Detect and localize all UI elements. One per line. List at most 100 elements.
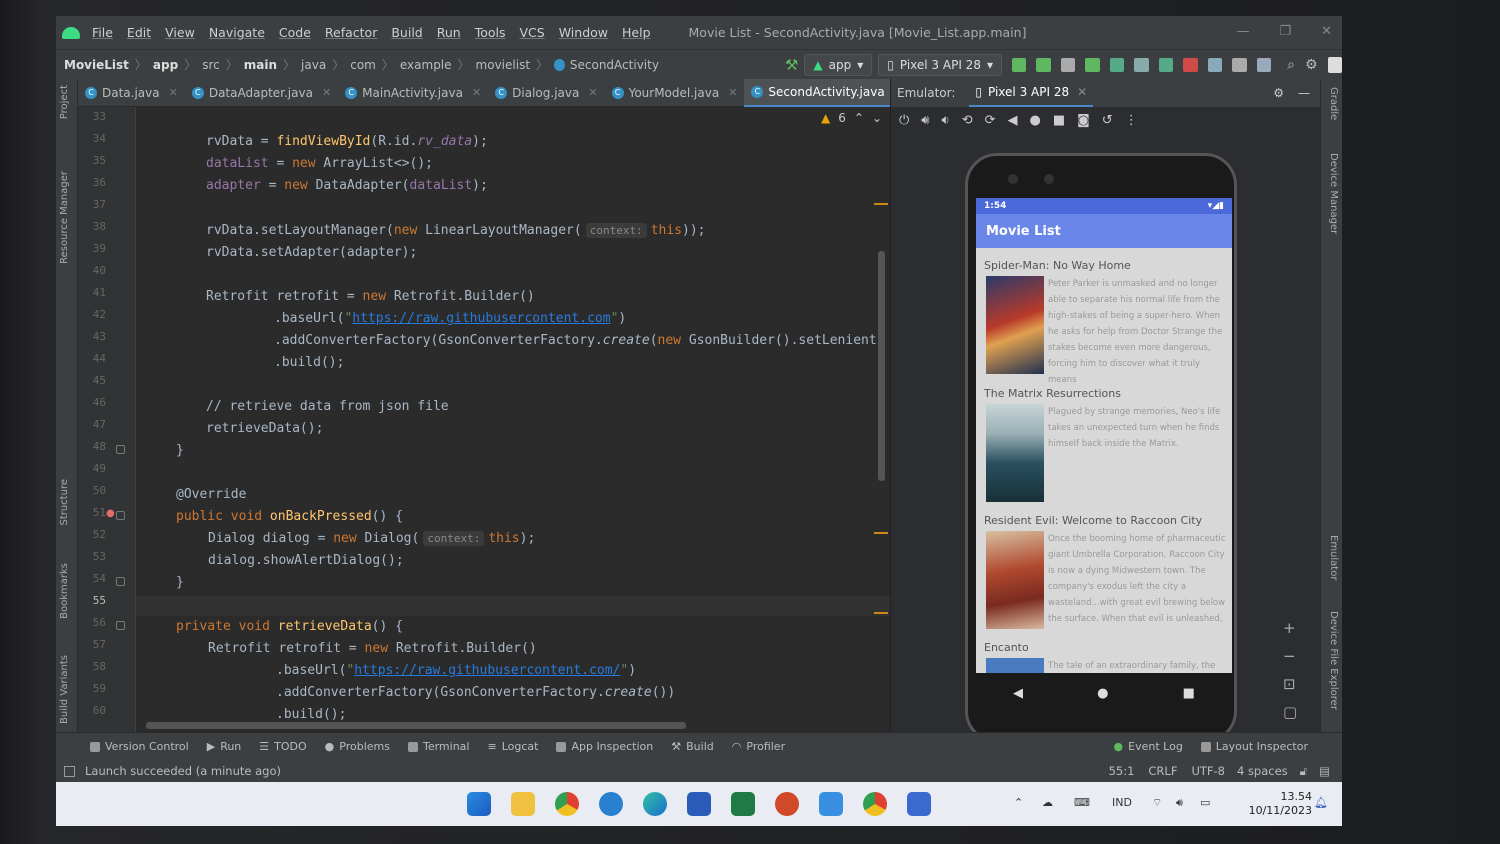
close-icon[interactable]: ✕ (588, 86, 597, 99)
fold-icon[interactable] (116, 445, 125, 454)
tool-device-file-explorer[interactable]: Device File Explorer (1328, 611, 1339, 710)
menu-tools[interactable]: Tools (475, 25, 506, 40)
gear-icon[interactable]: ⚙ (1273, 86, 1284, 100)
tool-device-manager[interactable]: Device Manager (1328, 153, 1339, 234)
editor-vertical-scrollbar[interactable] (878, 251, 885, 481)
attach-debugger-icon[interactable] (1109, 57, 1125, 72)
volume-icon[interactable]: 🔊︎ (1176, 796, 1183, 810)
tool-version-control[interactable]: Version Control (90, 740, 189, 753)
tool-layout-inspector[interactable]: Layout Inspector (1200, 740, 1308, 753)
tool-event-log[interactable]: ● Event Log (1114, 740, 1183, 753)
close-icon[interactable]: ✕ (169, 86, 178, 99)
tool-terminal[interactable]: Terminal (407, 740, 469, 753)
breadcrumb-example[interactable]: example (400, 58, 452, 72)
excel-icon[interactable] (731, 792, 755, 816)
fold-icon[interactable] (116, 511, 125, 520)
menu-run[interactable]: Run (437, 25, 461, 40)
powerpoint-icon[interactable] (775, 792, 799, 816)
tool-build-variants[interactable]: Build Variants (59, 655, 70, 724)
movie-item[interactable]: The Matrix Resurrections Plagued by stra… (984, 386, 1228, 502)
tool-structure[interactable]: Structure (59, 479, 70, 526)
chevron-up-icon[interactable]: ⌃ (1014, 796, 1023, 809)
url-link[interactable]: https://raw.githubusercontent.com (352, 311, 610, 326)
word-icon[interactable] (687, 792, 711, 816)
url-link[interactable]: https://raw.githubusercontent.com/ (354, 663, 620, 678)
caret-position[interactable]: 55:1 (1109, 764, 1135, 778)
warning-marker[interactable] (874, 612, 888, 614)
editor-horizontal-scrollbar[interactable] (146, 722, 686, 729)
search-icon[interactable]: ⌕ (1287, 57, 1295, 73)
tool-project[interactable]: Project (59, 85, 70, 119)
movie-item[interactable]: Spider-Man: No Way Home Peter Parker is … (984, 258, 1228, 385)
more-icon[interactable]: ⋮ (1125, 113, 1138, 128)
file-explorer-icon[interactable] (511, 792, 535, 816)
home-icon[interactable]: ● (1030, 113, 1041, 128)
tool-todo[interactable]: ☰ TODO (259, 740, 306, 753)
zoom-in-icon[interactable]: + (1283, 619, 1297, 637)
phone-screen[interactable]: 1:54 ▾◢▮ Movie List Spider-Man: No Way Ho… (976, 198, 1232, 673)
menu-edit[interactable]: Edit (127, 25, 151, 40)
notifications-icon[interactable]: ▤ (1319, 764, 1330, 778)
run-list-icon[interactable] (1060, 57, 1076, 72)
overview-icon[interactable]: ■ (1053, 113, 1065, 128)
status-toggle-icon[interactable] (64, 765, 75, 777)
indent-setting[interactable]: 4 spaces (1237, 764, 1288, 778)
windows-start-icon[interactable] (467, 792, 491, 816)
menu-code[interactable]: Code (279, 25, 311, 40)
run-config-select[interactable]: ▲ app ▾ (804, 53, 873, 76)
android-studio-taskbar-icon[interactable] (907, 792, 931, 816)
snapshot-icon[interactable]: ↺ (1102, 113, 1113, 128)
volume-down-icon[interactable]: 🔉︎ (942, 113, 950, 128)
code-editor[interactable]: ▲ 6 ⌃ ⌄ rvData = findViewById(R.id.rv_data)… (136, 107, 890, 732)
hammer-icon[interactable]: ⚒ (785, 56, 798, 74)
apply-changes-icon[interactable] (1036, 57, 1051, 72)
camera-icon[interactable]: ◙ (1077, 113, 1090, 128)
back-icon[interactable]: ◀ (1013, 686, 1023, 701)
breadcrumb-com[interactable]: com (350, 58, 376, 72)
debug-icon[interactable] (1085, 57, 1100, 72)
device-select[interactable]: ▯ Pixel 3 API 28 ▾ (878, 53, 1002, 76)
coverage-icon[interactable] (1158, 57, 1174, 72)
home-icon[interactable]: ● (1097, 686, 1108, 701)
tool-build[interactable]: ⚒ Build (671, 740, 714, 753)
edge-icon[interactable] (643, 792, 667, 816)
minimize-icon[interactable]: — (1236, 24, 1249, 39)
lock-icon[interactable]: 🔓︎ (1300, 764, 1307, 779)
battery-icon[interactable]: ▭ (1200, 796, 1210, 809)
restore-icon[interactable]: ❐ (1279, 24, 1291, 39)
close-icon[interactable]: ✕ (1321, 24, 1332, 39)
chevron-down-icon[interactable]: ⌄ (872, 111, 882, 125)
warning-marker[interactable] (874, 203, 888, 205)
line-separator[interactable]: CRLF (1148, 764, 1177, 778)
menu-navigate[interactable]: Navigate (209, 25, 265, 40)
language-indicator[interactable]: IND (1112, 796, 1132, 809)
fold-icon[interactable] (116, 577, 125, 586)
chevron-up-icon[interactable]: ⌃ (854, 111, 864, 125)
gear-icon[interactable]: ⚙ (1305, 57, 1318, 73)
volume-up-icon[interactable]: 🔊︎ (921, 113, 929, 128)
notification-bell-icon[interactable]: 🔔︎ (1314, 796, 1328, 809)
fold-icon[interactable] (116, 621, 125, 630)
menu-refactor[interactable]: Refactor (325, 25, 377, 40)
breadcrumb-src[interactable]: src (202, 58, 220, 72)
tab-emulator-device[interactable]: ▯ Pixel 3 API 28 ✕ (969, 79, 1094, 107)
tab-secondactivity[interactable]: CSecondActivity.java✕ (744, 78, 910, 107)
zoom-out-icon[interactable]: − (1283, 647, 1297, 665)
sync-gradle-icon[interactable] (1207, 57, 1223, 72)
file-encoding[interactable]: UTF-8 (1191, 764, 1225, 778)
close-icon[interactable]: ✕ (1077, 85, 1087, 99)
tool-profiler[interactable]: ◠ Profiler (732, 740, 785, 753)
actual-size-icon[interactable]: ⊡ (1283, 675, 1297, 693)
avatar[interactable] (1327, 56, 1342, 73)
warning-marker[interactable] (874, 532, 888, 534)
movie-item[interactable]: Encanto The tale of an extraordinary fam… (984, 640, 1228, 673)
device-manager-icon[interactable] (1232, 57, 1247, 72)
tool-emulator[interactable]: Emulator (1328, 535, 1339, 580)
onedrive-icon[interactable] (599, 792, 623, 816)
stop-icon[interactable] (1183, 57, 1198, 72)
tool-resource-manager[interactable]: Resource Manager (59, 171, 70, 264)
sdk-manager-icon[interactable] (1256, 57, 1272, 72)
breadcrumb-project[interactable]: MovieList (64, 58, 129, 72)
breadcrumb-app[interactable]: app (153, 58, 178, 72)
wifi-icon[interactable]: ⌔ (1152, 796, 1162, 810)
